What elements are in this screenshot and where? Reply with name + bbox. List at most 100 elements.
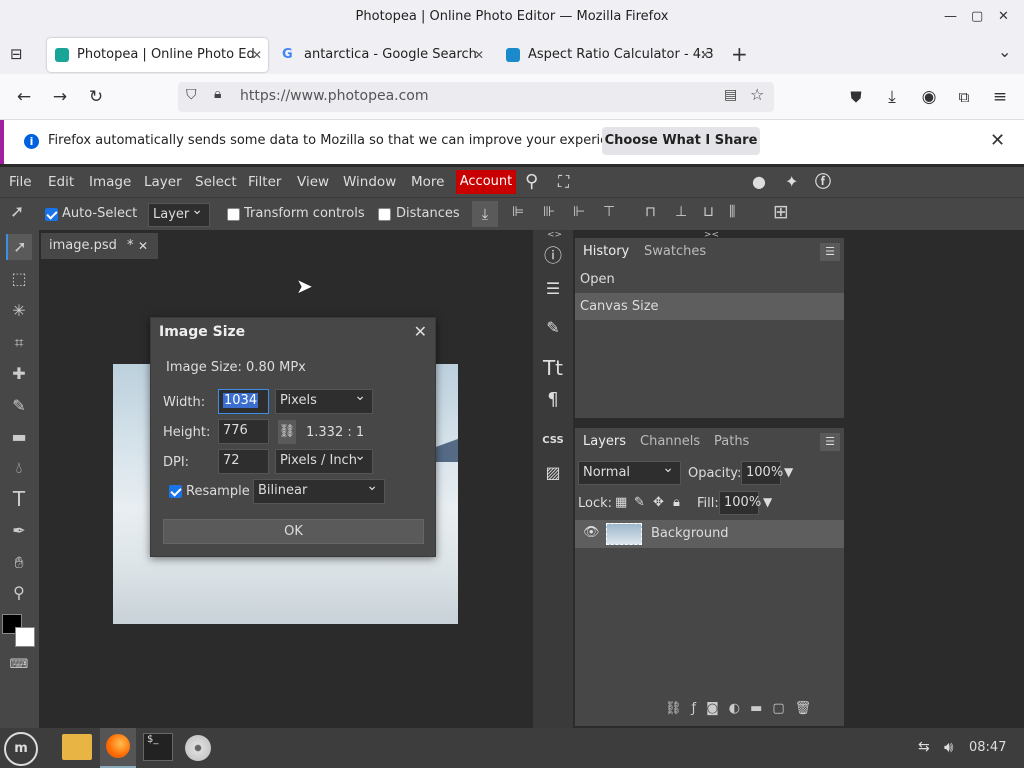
layer-effects-icon[interactable]: ƒ [692, 701, 707, 716]
lock-all-icon[interactable]: 🔒︎ [673, 495, 680, 510]
close-tab-icon[interactable]: ✕ [474, 38, 484, 72]
link-layers-icon[interactable]: ⛓ [665, 701, 692, 716]
align-left-icon[interactable]: ⊫ [512, 204, 524, 220]
width-unit-dropdown[interactable]: Pixels [275, 385, 373, 414]
character-panel-icon[interactable]: Tt [536, 353, 570, 383]
url-bar[interactable]: ⛉ 🔒︎ https://www.photopea.com ▤ ☆ [178, 82, 774, 112]
account-button[interactable]: Account [456, 170, 516, 194]
distribute-icon[interactable]: ⊔ [703, 204, 714, 220]
history-item[interactable]: Open [575, 266, 844, 293]
clock[interactable]: 08:47 [969, 740, 1006, 755]
menu-select[interactable]: Select [195, 167, 237, 197]
reddit-icon[interactable]: ● [752, 167, 766, 197]
new-group-icon[interactable]: ▬ [750, 701, 772, 716]
marquee-tool-icon[interactable]: ⬚ [6, 266, 32, 292]
choose-what-i-share-button[interactable]: Choose What I Share [602, 127, 760, 155]
fill-input[interactable]: 100% [719, 491, 761, 515]
account-icon[interactable]: ◉ [918, 86, 940, 108]
crop-tool-icon[interactable]: ⌗ [6, 330, 32, 356]
fill-dropdown-icon[interactable]: ▼ [763, 495, 772, 509]
new-tab-icon[interactable]: + [731, 42, 748, 66]
tab-list-icon[interactable]: ⊟ [10, 45, 23, 63]
blur-tool-icon[interactable]: 💧︎ [6, 455, 32, 481]
width-input[interactable]: 1034 [218, 389, 269, 414]
firefox-taskbar-button[interactable] [100, 728, 136, 768]
css-panel-icon[interactable]: CSS [536, 426, 570, 456]
extensions-icon[interactable]: ⧉ [953, 86, 975, 108]
minimize-icon[interactable]: — [944, 0, 957, 34]
dialog-close-icon[interactable]: ✕ [414, 322, 427, 341]
lock-icon[interactable]: 🔒︎ [214, 86, 221, 102]
twitter-icon[interactable]: ✦ [785, 167, 798, 197]
auto-select-target-dropdown[interactable]: Layer [148, 199, 210, 227]
menu-image[interactable]: Image [89, 167, 131, 197]
align-top-icon[interactable]: ⊤ [603, 204, 615, 220]
menu-window[interactable]: Window [343, 167, 396, 197]
tab-google-search[interactable]: G antarctica - Google Search ✕ [274, 38, 490, 72]
downloads-icon[interactable]: ⤓ [881, 86, 903, 108]
align-bottom-icon[interactable]: ⊥ [675, 204, 687, 220]
brush-tool-icon[interactable]: ✎ [6, 393, 32, 419]
document-tab[interactable]: image.psd * ✕ [41, 233, 158, 259]
menu-file[interactable]: File [9, 167, 32, 197]
distribute-spacing-icon[interactable]: ⫼ [729, 204, 735, 220]
history-item-selected[interactable]: Canvas Size [575, 293, 844, 320]
tab-history[interactable]: History [583, 238, 629, 266]
align-middle-icon[interactable]: ⊓ [645, 204, 656, 220]
visibility-eye-icon[interactable]: 👁︎ [583, 525, 600, 540]
auto-select-checkbox[interactable] [45, 208, 58, 221]
blend-mode-dropdown[interactable]: Normal [578, 457, 681, 485]
tab-channels[interactable]: Channels [640, 428, 700, 456]
facebook-icon[interactable]: ⓕ [815, 167, 831, 197]
maximize-icon[interactable]: ▢ [971, 0, 983, 34]
tab-photopea[interactable]: Photopea | Online Photo Ed ✕ [47, 38, 268, 72]
keyboard-icon[interactable]: ⌨ [6, 652, 32, 678]
bookmark-star-icon[interactable]: ☆ [750, 85, 764, 104]
network-icon[interactable]: ⇆ [918, 739, 930, 755]
image-panel-icon[interactable]: ▨ [536, 458, 570, 488]
close-window-icon[interactable]: ✕ [998, 0, 1009, 34]
align-right-icon[interactable]: ⊩ [573, 204, 585, 220]
align-center-icon[interactable]: ⊪ [543, 204, 555, 220]
close-notification-icon[interactable]: ✕ [990, 130, 1005, 151]
opacity-input[interactable]: 100% [741, 461, 783, 485]
history-menu-icon[interactable]: ☰ [820, 243, 840, 261]
adjustments-panel-icon[interactable]: ☰ [536, 274, 570, 304]
opacity-dropdown-icon[interactable]: ▼ [784, 465, 793, 479]
brush-panel-icon[interactable]: ✎ [536, 313, 570, 343]
lock-paint-icon[interactable]: ✎ [634, 495, 645, 510]
lock-transparency-icon[interactable]: ▦ [615, 495, 627, 510]
url-text[interactable]: https://www.photopea.com [240, 88, 429, 104]
distances-checkbox[interactable] [378, 208, 391, 221]
pen-tool-icon[interactable]: ✒ [6, 518, 32, 544]
transform-controls-checkbox[interactable] [227, 208, 240, 221]
menu-hamburger-icon[interactable]: ≡ [989, 86, 1011, 108]
search-icon[interactable]: ⚲ [525, 167, 538, 197]
menu-edit[interactable]: Edit [48, 167, 74, 197]
shield-icon[interactable]: ⛉ [186, 87, 197, 103]
healing-brush-tool-icon[interactable]: ✚ [6, 361, 32, 387]
magic-wand-tool-icon[interactable]: ✳ [6, 298, 32, 324]
type-tool-icon[interactable]: T [6, 486, 32, 512]
reader-view-icon[interactable]: ▤ [724, 87, 737, 103]
move-tool-icon[interactable]: ➚ [6, 234, 32, 260]
forward-icon[interactable]: → [49, 86, 71, 108]
terminal-icon[interactable]: $_ [143, 733, 173, 761]
info-panel-icon[interactable]: ⓘ [536, 242, 570, 272]
layers-menu-icon[interactable]: ☰ [820, 433, 840, 451]
menu-more[interactable]: More [411, 167, 444, 197]
reload-icon[interactable]: ↻ [85, 86, 107, 108]
volume-icon[interactable]: 🔊︎ [944, 738, 953, 756]
tab-aspect-ratio[interactable]: Aspect Ratio Calculator - 4:3 ✕ [498, 38, 716, 72]
grid-icon[interactable]: ⊞ [773, 201, 789, 223]
close-tab-icon[interactable]: ✕ [252, 38, 262, 72]
zoom-tool-icon[interactable]: ⚲ [6, 580, 32, 606]
resample-method-dropdown[interactable]: Bilinear [253, 475, 385, 504]
chain-link-icon[interactable]: ⛓ [278, 420, 296, 444]
adjustment-layer-icon[interactable]: ◐ [729, 701, 750, 716]
resample-checkbox[interactable] [169, 485, 182, 498]
delete-layer-icon[interactable]: 🗑︎ [795, 701, 822, 716]
mint-menu-icon[interactable]: m [4, 732, 38, 766]
height-input[interactable]: 776 [218, 419, 269, 444]
layer-row-background[interactable]: 👁︎ Background [575, 520, 844, 548]
